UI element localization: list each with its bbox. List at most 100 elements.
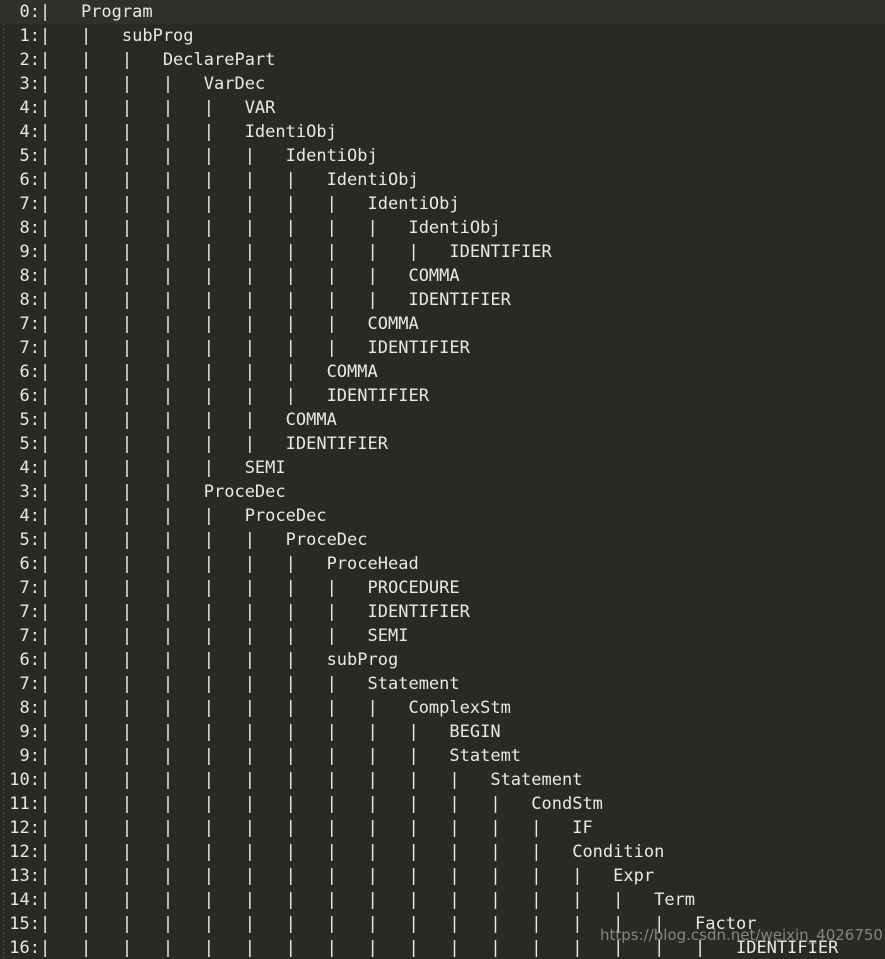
tree-line-depth: 8: — [19, 290, 40, 310]
tree-line[interactable]: 6:| | | | | | | COMMA — [0, 360, 885, 384]
tree-line-label: | | | | | | ProceDec — [40, 530, 368, 550]
tree-line[interactable]: 4:| | | | | IdentiObj — [0, 120, 885, 144]
tree-line-label: | | | | | SEMI — [40, 458, 286, 478]
tree-line[interactable]: 3:| | | | ProceDec — [0, 480, 885, 504]
tree-line-depth: 4: — [19, 122, 40, 142]
tree-line[interactable]: 5:| | | | | | IDENTIFIER — [0, 432, 885, 456]
tree-line-depth: 11: — [9, 794, 40, 814]
tree-line[interactable]: 8:| | | | | | | | | IdentiObj — [0, 216, 885, 240]
tree-line[interactable]: 9:| | | | | | | | | | BEGIN — [0, 720, 885, 744]
tree-line-label: | | | | | | | subProg — [40, 650, 399, 670]
tree-line[interactable]: 6:| | | | | | | IdentiObj — [0, 168, 885, 192]
tree-line[interactable]: 12:| | | | | | | | | | | | | Condition — [0, 840, 885, 864]
tree-line-depth: 5: — [19, 410, 40, 430]
tree-line-label: | | | | | IdentiObj — [40, 122, 337, 142]
tree-line-label: | | | | | | IdentiObj — [40, 146, 378, 166]
tree-line-depth: 1: — [19, 26, 40, 46]
tree-line-depth: 7: — [19, 674, 40, 694]
tree-line[interactable]: 12:| | | | | | | | | | | | | IF — [0, 816, 885, 840]
tree-line-depth: 13: — [9, 866, 40, 886]
tree-line-label: | | | | | | | | | | | | | Condition — [40, 842, 665, 862]
tree-line-label: | Program — [40, 2, 153, 22]
tree-line-depth: 5: — [19, 530, 40, 550]
tree-line[interactable]: 6:| | | | | | | subProg — [0, 648, 885, 672]
tree-line[interactable]: 7:| | | | | | | | IdentiObj — [0, 192, 885, 216]
tree-line[interactable]: 5:| | | | | | IdentiObj — [0, 144, 885, 168]
tree-line-label: | | | | | | | | | | | | | | | | | IDENTI… — [40, 938, 839, 958]
tree-line[interactable]: 6:| | | | | | | IDENTIFIER — [0, 384, 885, 408]
tree-line[interactable]: 7:| | | | | | | | Statement — [0, 672, 885, 696]
tree-line[interactable]: 7:| | | | | | | | IDENTIFIER — [0, 600, 885, 624]
tree-line-label: | | | | | | | IdentiObj — [40, 170, 419, 190]
tree-line-label: | | | | | | | | | COMMA — [40, 266, 460, 286]
tree-line[interactable]: 7:| | | | | | | | COMMA — [0, 312, 885, 336]
tree-line-depth: 8: — [19, 266, 40, 286]
tree-line-depth: 4: — [19, 458, 40, 478]
tree-line-depth: 8: — [19, 218, 40, 238]
tree-line-label: | | | | | | | | IdentiObj — [40, 194, 460, 214]
tree-line[interactable]: 4:| | | | | VAR — [0, 96, 885, 120]
tree-line[interactable]: 2:| | | DeclarePart — [0, 48, 885, 72]
tree-line-label: | | subProg — [40, 26, 194, 46]
tree-line[interactable]: 8:| | | | | | | | | ComplexStm — [0, 696, 885, 720]
tree-line[interactable]: 8:| | | | | | | | | COMMA — [0, 264, 885, 288]
tree-line-label: | | | | | | | | | | BEGIN — [40, 722, 501, 742]
tree-line-depth: 3: — [19, 74, 40, 94]
tree-line[interactable]: 6:| | | | | | | ProceHead — [0, 552, 885, 576]
parse-tree-console[interactable]: 0:| Program 1:| | subProg 2:| | | DeclareP… — [0, 0, 885, 959]
tree-line-depth: 7: — [19, 194, 40, 214]
tree-line-label: | | | | | | | | | | IDENTIFIER — [40, 242, 552, 262]
tree-line[interactable]: 15:| | | | | | | | | | | | | | | | Facto… — [0, 912, 885, 936]
tree-line-depth: 7: — [19, 338, 40, 358]
tree-line-depth: 6: — [19, 362, 40, 382]
tree-line[interactable]: 5:| | | | | | COMMA — [0, 408, 885, 432]
tree-line-depth: 6: — [19, 650, 40, 670]
tree-line-depth: 4: — [19, 506, 40, 526]
tree-line-depth: 12: — [9, 842, 40, 862]
tree-line[interactable]: 8:| | | | | | | | | IDENTIFIER — [0, 288, 885, 312]
tree-line[interactable]: 1:| | subProg — [0, 24, 885, 48]
tree-line-depth: 15: — [9, 914, 40, 934]
tree-line-label: | | | | | | | | | ComplexStm — [40, 698, 511, 718]
tree-line-depth: 2: — [19, 50, 40, 70]
tree-line[interactable]: 10:| | | | | | | | | | | Statement — [0, 768, 885, 792]
tree-line-label: | | | DeclarePart — [40, 50, 276, 70]
tree-line[interactable]: 7:| | | | | | | | PROCEDURE — [0, 576, 885, 600]
tree-line-label: | | | | | | | | | | | | | | | | Factor — [40, 914, 757, 934]
tree-line-label: | | | | | | IDENTIFIER — [40, 434, 388, 454]
tree-line-depth: 6: — [19, 554, 40, 574]
tree-line[interactable]: 4:| | | | | ProceDec — [0, 504, 885, 528]
tree-line-depth: 7: — [19, 602, 40, 622]
tree-line-depth: 14: — [9, 890, 40, 910]
tree-line-label: | | | | | ProceDec — [40, 506, 327, 526]
tree-line[interactable]: 3:| | | | VarDec — [0, 72, 885, 96]
tree-line[interactable]: 7:| | | | | | | | SEMI — [0, 624, 885, 648]
tree-line-depth: 6: — [19, 386, 40, 406]
tree-line-label: | | | | | | | ProceHead — [40, 554, 419, 574]
tree-line-depth: 0: — [19, 2, 40, 22]
tree-line-label: | | | | | | | | Statement — [40, 674, 460, 694]
tree-line[interactable]: 7:| | | | | | | | IDENTIFIER — [0, 336, 885, 360]
tree-line[interactable]: 13:| | | | | | | | | | | | | | Expr — [0, 864, 885, 888]
tree-line[interactable]: 11:| | | | | | | | | | | | CondStm — [0, 792, 885, 816]
tree-line[interactable]: 0:| Program — [0, 0, 885, 24]
tree-line-label: | | | | | | | COMMA — [40, 362, 378, 382]
tree-line-label: | | | | | | | | SEMI — [40, 626, 409, 646]
tree-line[interactable]: 9:| | | | | | | | | | IDENTIFIER — [0, 240, 885, 264]
tree-line[interactable]: 16:| | | | | | | | | | | | | | | | | IDE… — [0, 936, 885, 959]
tree-line-depth: 7: — [19, 314, 40, 334]
tree-line[interactable]: 14:| | | | | | | | | | | | | | | Term — [0, 888, 885, 912]
tree-line-label: | | | | VarDec — [40, 74, 266, 94]
tree-line[interactable]: 5:| | | | | | ProceDec — [0, 528, 885, 552]
tree-line-label: | | | | | | | | | | | Statement — [40, 770, 583, 790]
parse-tree-line-list: 0:| Program 1:| | subProg 2:| | | DeclareP… — [0, 0, 885, 959]
tree-line-depth: 6: — [19, 170, 40, 190]
tree-line-label: | | | | | | | | | | | | CondStm — [40, 794, 603, 814]
tree-line[interactable]: 4:| | | | | SEMI — [0, 456, 885, 480]
tree-line-label: | | | | | | | | PROCEDURE — [40, 578, 460, 598]
tree-line[interactable]: 9:| | | | | | | | | | Statemt — [0, 744, 885, 768]
tree-line-label: | | | | | | | | IDENTIFIER — [40, 338, 470, 358]
tree-line-depth: 5: — [19, 146, 40, 166]
tree-line-label: | | | | | | | | | | | | | IF — [40, 818, 593, 838]
tree-line-label: | | | | | VAR — [40, 98, 276, 118]
